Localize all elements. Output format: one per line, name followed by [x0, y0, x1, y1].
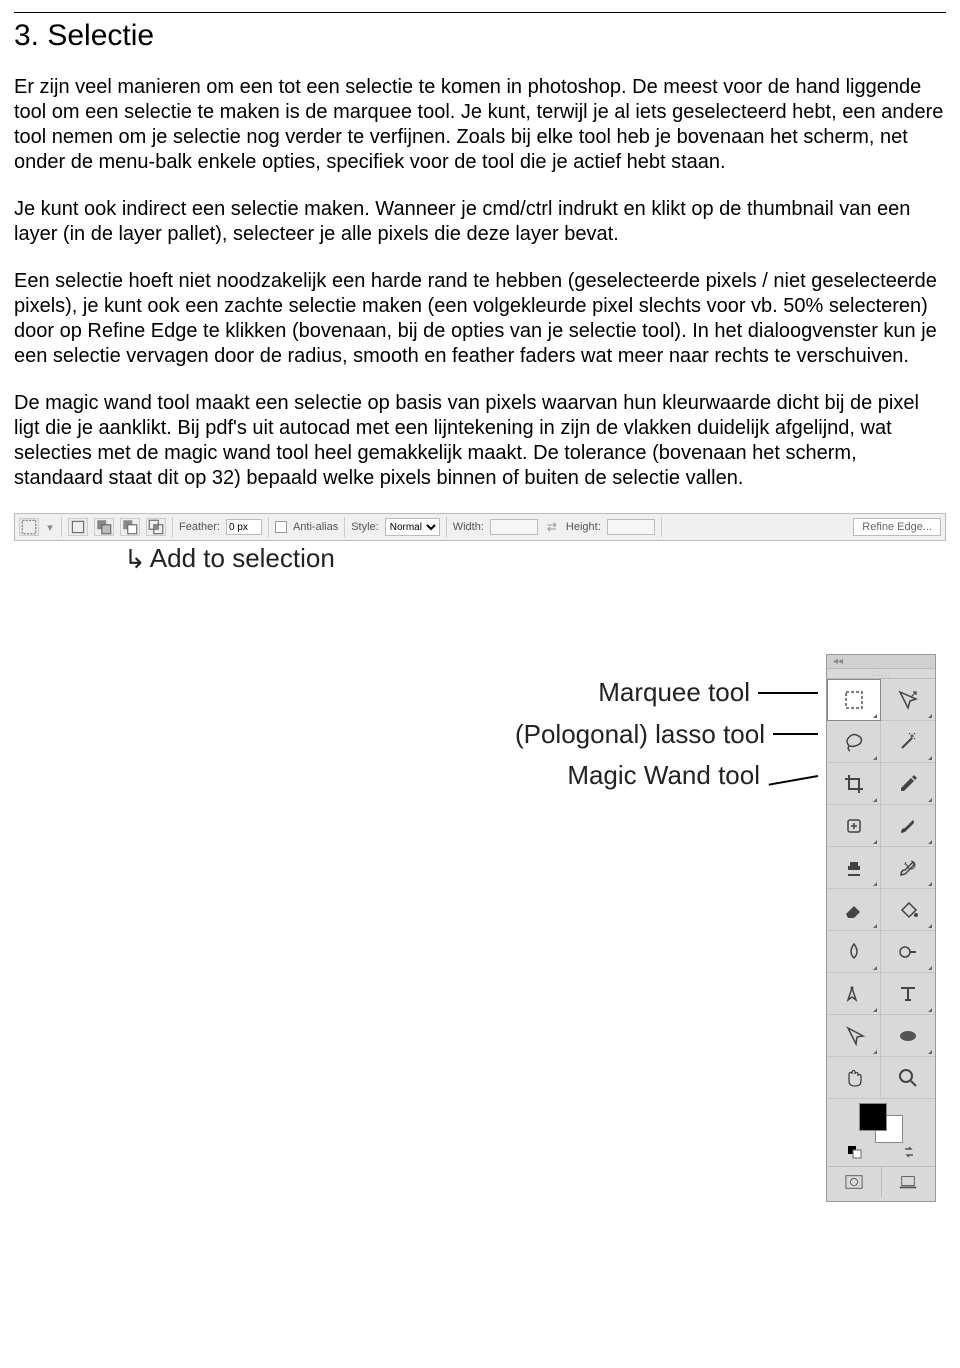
section-title: 3. Selectie — [14, 19, 946, 53]
options-bar: ▾ Feather: Anti-alias Style: Normal Widt… — [14, 513, 946, 541]
clone-stamp-tool-icon[interactable] — [827, 847, 881, 889]
pen-tool-icon[interactable] — [827, 973, 881, 1015]
height-label: Height: — [566, 521, 601, 533]
style-select[interactable]: Normal — [385, 518, 440, 536]
callout-line — [758, 692, 818, 694]
path-selection-tool-icon[interactable] — [827, 1015, 881, 1057]
callout-line — [773, 733, 818, 735]
paragraph-3: Een selectie hoeft niet noodzakelijk een… — [14, 269, 946, 369]
feather-input[interactable] — [226, 519, 262, 535]
swap-colors-icon[interactable] — [902, 1145, 916, 1162]
marquee-preset-icon[interactable] — [19, 518, 39, 536]
refine-edge-button[interactable]: Refine Edge... — [853, 518, 941, 536]
shape-tool-icon[interactable] — [881, 1015, 935, 1057]
blur-tool-icon[interactable] — [827, 931, 881, 973]
magic-wand-tool-icon[interactable] — [881, 721, 935, 763]
type-tool-icon[interactable] — [881, 973, 935, 1015]
callout-labels: Marquee tool (Pologonal) lasso tool Magi… — [134, 654, 818, 797]
subtract-from-selection-icon[interactable] — [120, 518, 140, 536]
paragraph-2: Je kunt ook indirect een selectie maken.… — [14, 197, 946, 247]
callout-marquee: Marquee tool — [598, 672, 750, 714]
add-to-selection-annotation: ↳ Add to selection — [124, 543, 946, 574]
style-label: Style: — [351, 521, 379, 533]
width-input[interactable] — [490, 519, 538, 535]
default-colors-icon[interactable] — [847, 1145, 863, 1162]
height-input[interactable] — [607, 519, 655, 535]
separator — [61, 517, 62, 537]
separator — [172, 517, 173, 537]
lasso-tool-icon[interactable] — [827, 721, 881, 763]
brush-tool-icon[interactable] — [881, 805, 935, 847]
add-to-selection-icon[interactable] — [94, 518, 114, 536]
separator — [344, 517, 345, 537]
eraser-tool-icon[interactable] — [827, 889, 881, 931]
panel-collapse-icon[interactable]: ◂◂ — [827, 655, 935, 669]
tools-panel: ◂◂ :::::: — [826, 654, 936, 1202]
dodge-tool-icon[interactable] — [881, 931, 935, 973]
width-label: Width: — [453, 521, 484, 533]
foreground-color-swatch[interactable] — [859, 1103, 887, 1131]
color-swatches — [827, 1099, 935, 1166]
add-to-selection-text: Add to selection — [150, 543, 335, 574]
intersect-selection-icon[interactable] — [146, 518, 166, 536]
paint-bucket-tool-icon[interactable] — [881, 889, 935, 931]
new-selection-icon[interactable] — [68, 518, 88, 536]
screen-mode-icon[interactable] — [881, 1167, 936, 1197]
callout-lasso: (Pologonal) lasso tool — [515, 714, 765, 756]
move-tool-icon[interactable] — [881, 679, 935, 721]
feather-label: Feather: — [179, 521, 220, 533]
panel-drag-handle[interactable]: :::::: — [827, 669, 935, 679]
callout-line — [769, 775, 819, 786]
preset-dropdown-icon[interactable]: ▾ — [45, 521, 55, 534]
history-brush-tool-icon[interactable] — [881, 847, 935, 889]
hand-tool-icon[interactable] — [827, 1057, 881, 1099]
eyedropper-tool-icon[interactable] — [881, 763, 935, 805]
swap-dimensions-icon[interactable]: ⇄ — [544, 519, 560, 535]
quick-mask-icon[interactable] — [827, 1167, 881, 1197]
antialias-checkbox[interactable] — [275, 521, 287, 533]
crop-tool-icon[interactable] — [827, 763, 881, 805]
separator — [661, 517, 662, 537]
healing-brush-tool-icon[interactable] — [827, 805, 881, 847]
marquee-tool-icon[interactable] — [827, 679, 881, 721]
zoom-tool-icon[interactable] — [881, 1057, 935, 1099]
top-divider — [14, 12, 946, 13]
separator — [268, 517, 269, 537]
paragraph-4: De magic wand tool maakt een selectie op… — [14, 391, 946, 491]
arrow-icon: ↳ — [124, 546, 146, 572]
paragraph-1: Er zijn veel manieren om een tot een sel… — [14, 75, 946, 175]
separator — [446, 517, 447, 537]
antialias-label: Anti-alias — [293, 521, 338, 533]
callout-wand: Magic Wand tool — [567, 755, 760, 797]
